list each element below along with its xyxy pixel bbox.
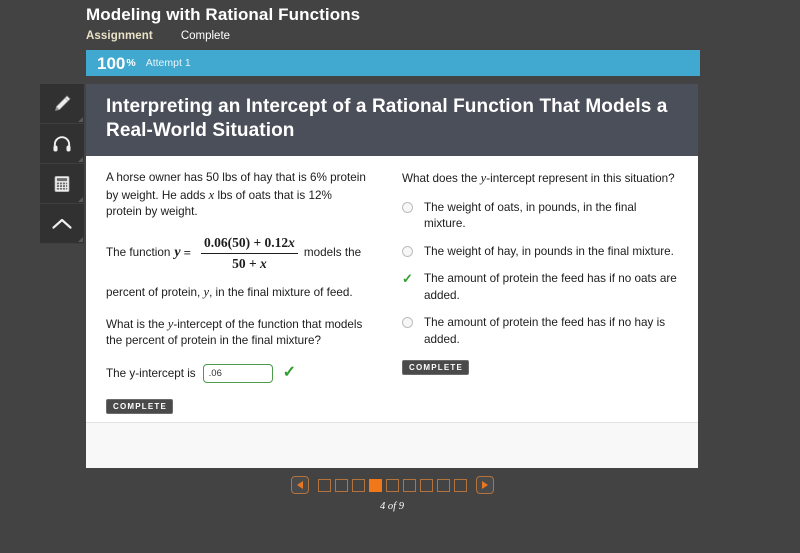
formula-denominator: 50 + x	[229, 254, 270, 272]
formula-denominator-var: x	[260, 256, 267, 271]
attempt-label: Attempt 1	[145, 57, 191, 69]
page-dot-8[interactable]	[436, 478, 450, 492]
calculator-tool-button[interactable]	[40, 164, 84, 204]
right-complete-badge: COMPLETE	[402, 360, 470, 375]
continued-part2: , in the final mixture of feed.	[209, 286, 353, 299]
answer-correct-check-icon: ✓	[282, 364, 297, 381]
next-page-button[interactable]	[475, 476, 494, 494]
page-header: Modeling with Rational Functions Assignm…	[86, 0, 700, 48]
pencil-icon	[51, 93, 73, 115]
mc-label-1: The weight of oats, in pounds, in the fi…	[424, 200, 637, 231]
y-intercept-input[interactable]	[202, 363, 273, 383]
formula-numerator-text: 0.06(50) + 0.12	[203, 234, 289, 250]
formula-fraction: 0.06(50) + 0.12x 50 + x	[200, 235, 298, 273]
lesson-title-band: Interpreting an Intercept of a Rational …	[86, 84, 698, 156]
page-counter-label: 4 of 9	[380, 501, 404, 512]
assignment-label: Assignment	[86, 30, 153, 42]
answer-label-part1: The	[106, 366, 130, 380]
left-question: What is the y-intercept of the function …	[106, 316, 370, 350]
page-dot-5[interactable]	[385, 478, 399, 492]
radio-button-1[interactable]	[402, 201, 413, 213]
problem-statement: A horse owner has 50 lbs of hay that is …	[106, 170, 370, 221]
formula-suffix: models the	[303, 246, 362, 260]
score-value: 100	[97, 53, 126, 73]
formula-numerator-var: x	[288, 234, 295, 250]
formula-prefix: The function	[106, 246, 171, 260]
mc-marker-2	[402, 244, 424, 257]
page-dot-9[interactable]	[453, 478, 467, 492]
selected-check-icon: ✓	[402, 271, 413, 286]
highlighter-tool-button[interactable]	[40, 84, 84, 124]
page-dot-2[interactable]	[334, 478, 348, 492]
left-question-part1: What is the	[106, 317, 168, 331]
right-question-part2: -intercept represent in this situation?	[486, 172, 675, 185]
score-percent-symbol: %	[126, 57, 136, 69]
mc-label-4: The amount of protein the feed has if no…	[424, 316, 666, 346]
radio-button-4[interactable]	[402, 317, 413, 328]
formula-equals: =	[183, 245, 191, 261]
header-subtitle-row: Assignment Complete	[86, 30, 700, 42]
tool-rail	[40, 84, 84, 244]
mc-marker-3: ✓	[402, 271, 424, 286]
function-formula: The function y = 0.06(50) + 0.12x 50 + x…	[106, 235, 370, 273]
page-dot-1[interactable]	[317, 478, 331, 492]
left-complete-badge: COMPLETE	[106, 398, 174, 414]
page-dot-7[interactable]	[419, 478, 433, 492]
answer-row: The y-intercept is ✓	[106, 363, 370, 383]
formula-numerator: 0.06(50) + 0.12x	[201, 235, 298, 253]
formula-lhs: y	[174, 245, 181, 261]
mc-label-3: The amount of protein the feed has if no…	[424, 272, 677, 302]
right-column: What does the y-intercept represent in t…	[386, 170, 698, 443]
assignment-status: Complete	[180, 30, 231, 42]
lesson-title: Interpreting an Intercept of a Rational …	[106, 96, 668, 141]
page-dot-3[interactable]	[351, 478, 365, 492]
problem-statement-continued: percent of protein, y, in the final mixt…	[106, 284, 370, 302]
answer-label: The y-intercept is	[106, 367, 196, 380]
score-bar: 100 % Attempt 1	[86, 50, 700, 76]
mc-option-2[interactable]: The weight of hay, in pounds in the fina…	[402, 244, 680, 261]
triangle-left-icon	[296, 481, 303, 489]
pager-row	[290, 476, 494, 494]
audio-tool-button[interactable]	[40, 124, 84, 164]
continued-part1: percent of protein,	[106, 286, 204, 299]
page-dot-4[interactable]	[368, 478, 382, 492]
page-dot-6[interactable]	[402, 478, 416, 492]
chevron-up-icon	[50, 212, 74, 236]
mc-label-2: The weight of hay, in pounds in the fina…	[424, 244, 674, 258]
headphones-icon	[51, 133, 73, 155]
collapse-tool-button[interactable]	[40, 204, 84, 244]
pagination: 4 of 9	[86, 476, 698, 512]
mc-option-4[interactable]: The amount of protein the feed has if no…	[402, 315, 680, 348]
lesson-body: A horse owner has 50 lbs of hay that is …	[86, 156, 698, 443]
mc-option-3[interactable]: ✓ The amount of protein the feed has if …	[402, 271, 680, 304]
mc-option-1[interactable]: The weight of oats, in pounds, in the fi…	[402, 200, 680, 233]
triangle-right-icon	[481, 481, 488, 489]
lesson-card: Interpreting an Intercept of a Rational …	[86, 84, 698, 468]
previous-page-button[interactable]	[290, 476, 309, 494]
mc-marker-4	[402, 315, 424, 328]
right-question-part1: What does the	[402, 172, 481, 185]
left-column: A horse owner has 50 lbs of hay that is …	[86, 170, 386, 443]
calculator-icon	[52, 174, 72, 194]
formula-denominator-text: 50 +	[232, 256, 261, 271]
answer-label-part2: -intercept is	[135, 366, 196, 380]
right-question: What does the y-intercept represent in t…	[402, 170, 680, 188]
lesson-card-footer	[86, 422, 698, 468]
mc-marker-1	[402, 200, 424, 213]
course-title: Modeling with Rational Functions	[86, 5, 361, 24]
radio-button-2[interactable]	[402, 245, 413, 257]
